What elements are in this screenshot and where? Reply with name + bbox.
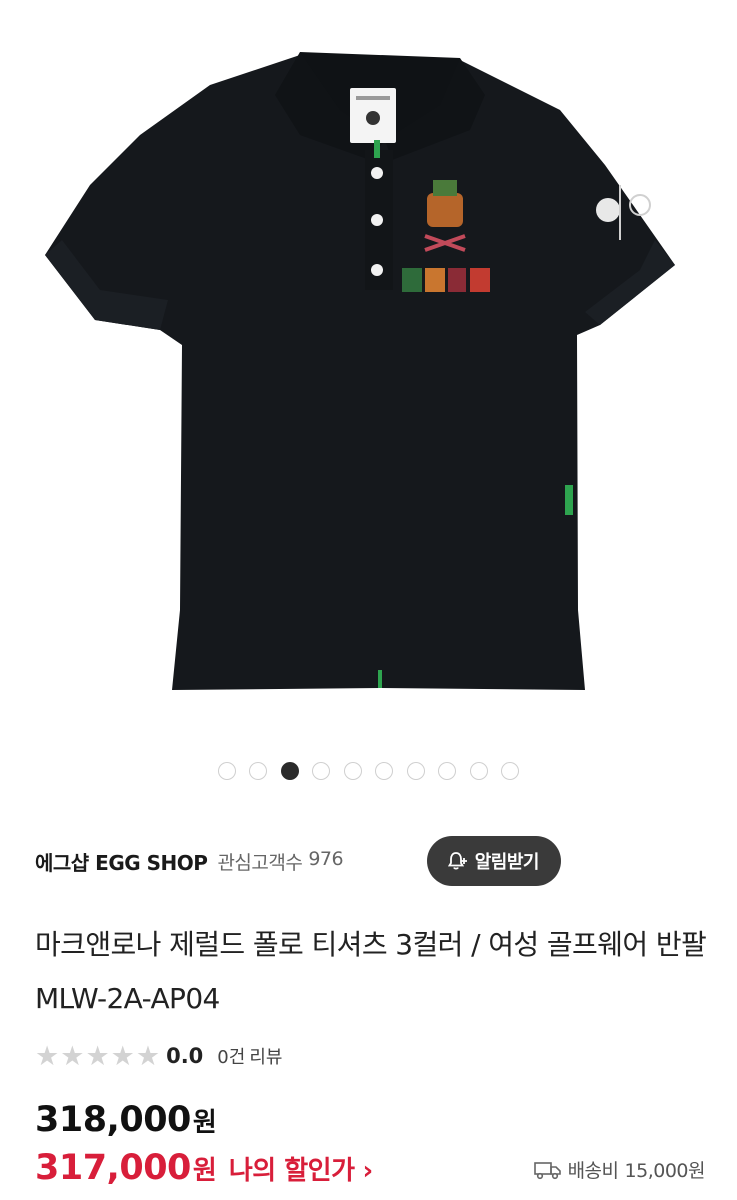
chevron-right-icon: › [362,1156,374,1186]
star-icon: ★ [60,1040,85,1072]
carousel-dot[interactable] [501,762,520,780]
carousel-dot[interactable] [249,762,268,780]
rating-stars: ★ ★ ★ ★ ★ [35,1043,160,1070]
product-image[interactable] [0,0,737,740]
my-discount-label: 나의 할인가 [228,1156,355,1186]
follower-count: 관심고객수 976 [217,848,343,875]
original-price: 318,000 원 [35,1100,217,1146]
shipping-fee: 배송비 15,000원 [533,1156,706,1183]
review-label: 리뷰 [249,1047,283,1068]
currency-label: 원 [192,1108,217,1138]
follower-label: 관심고객수 [217,851,303,874]
rating-row[interactable]: ★ ★ ★ ★ ★ 0.0 0건 리뷰 [35,1040,282,1072]
black-polo-shirt-image [45,52,675,690]
truck-icon [533,1161,561,1179]
carousel-dot[interactable] [406,762,425,780]
carousel-dot[interactable] [438,762,457,780]
review-count-number: 0건 [217,1047,246,1068]
alarm-button-label: 알림받기 [474,852,540,873]
rating-score: 0.0 [166,1044,204,1068]
carousel-dot[interactable] [343,762,362,780]
seller-row: 에그샵 EGG SHOP 관심고객수 976 알림받기 [35,836,705,886]
carousel-dot[interactable] [375,762,394,780]
original-price-value: 318,000 [35,1100,191,1140]
star-icon: ★ [35,1040,60,1072]
sale-price-row: 317,000 원 나의 할인가 › 배송비 15,000원 [35,1148,706,1194]
shipping-fee-value: 15,000원 [624,1160,706,1182]
follower-number: 976 [308,847,344,870]
star-icon: ★ [110,1040,135,1072]
carousel-indicators [0,762,737,780]
sale-price-value: 317,000 [35,1148,191,1188]
carousel-dot-active[interactable] [280,762,299,780]
alarm-button[interactable]: 알림받기 [426,836,561,886]
seller-name[interactable]: 에그샵 EGG SHOP [35,847,208,876]
carousel-dot[interactable] [217,762,236,780]
carousel-dot[interactable] [469,762,488,780]
product-title: 마크앤로나 제럴드 폴로 티셔츠 3컬러 / 여성 골프웨어 반팔 MLW-2A… [35,928,707,1015]
bell-plus-icon [447,852,467,870]
star-icon: ★ [85,1040,110,1072]
carousel-dot[interactable] [312,762,331,780]
star-icon: ★ [135,1040,161,1072]
review-count[interactable]: 0건 리뷰 [217,1043,282,1069]
my-discount-link[interactable]: 나의 할인가 › [229,1150,373,1187]
shipping-label: 배송비 [567,1160,619,1182]
sale-currency-label: 원 [192,1156,217,1186]
